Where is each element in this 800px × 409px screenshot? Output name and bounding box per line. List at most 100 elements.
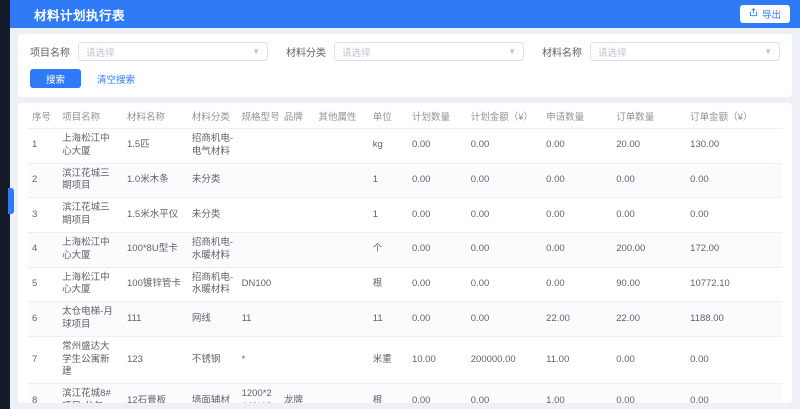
table-cell: 11 [238,302,280,337]
table-cell: 0.00 [542,267,612,302]
table-cell: 招商机电-电气材料 [188,129,238,164]
table-cell: 0.00 [612,163,686,198]
table-cell: 7 [28,336,58,383]
table-cell: 招商机电-水暖材料 [188,232,238,267]
column-header: 申请数量 [542,103,612,129]
table-cell: 1.0米木条 [123,163,188,198]
column-header: 规格型号 [238,103,280,129]
table-cell [280,302,315,337]
table-cell: DN100 [238,267,280,302]
table-panel: 序号项目名称材料名称材料分类规格型号品牌其他属性单位计划数量计划金额（¥）申请数… [18,103,792,403]
table-header-row: 序号项目名称材料名称材料分类规格型号品牌其他属性单位计划数量计划金额（¥）申请数… [28,103,782,129]
table-cell: 上海松江中心大厦 [58,129,123,164]
column-header: 品牌 [280,103,315,129]
filter-panel: 项目名称 请选择 ▼ 材料分类 请选择 ▼ 材料 [18,34,792,97]
table-cell: 滨江花城8#项目-分包 [58,384,123,403]
table-cell: 未分类 [188,198,238,233]
table-cell: 0.00 [542,232,612,267]
filter-actions: 搜索 清空搜索 [30,69,780,88]
table-cell [314,336,368,383]
table-cell: 0.00 [686,198,782,233]
filter-row: 项目名称 请选择 ▼ 材料分类 请选择 ▼ 材料 [30,42,780,61]
table-cell: 0.00 [612,336,686,383]
table-cell: 墙面辅材 [188,384,238,403]
table-cell: 11 [369,302,408,337]
table-cell: 0.00 [542,163,612,198]
table-cell: 111 [123,302,188,337]
column-header: 计划数量 [408,103,467,129]
table-row[interactable]: 5上海松江中心大厦100镀锌管卡招商机电-水暖材料DN100根0.000.000… [28,267,782,302]
table-row[interactable]: 8滨江花城8#项目-分包12石膏板墙面辅材1200*2440*12龙牌根0.00… [28,384,782,403]
material-category-label: 材料分类 [286,44,326,59]
table-cell: 上海松江中心大厦 [58,232,123,267]
table-row[interactable]: 3滨江花城三期项目1.5米水平仪未分类10.000.000.000.000.00 [28,198,782,233]
table-cell: 1.00 [542,384,612,403]
table-cell: kg [369,129,408,164]
table-cell: 0.00 [408,129,467,164]
table-cell: 0.00 [467,163,542,198]
table-cell: 6 [28,302,58,337]
table-row[interactable]: 1上海松江中心大厦1.5匹招商机电-电气材料kg0.000.000.0020.0… [28,129,782,164]
sidebar-toggle-handle[interactable] [8,188,14,214]
column-header: 其他属性 [314,103,368,129]
material-name-select[interactable]: 请选择 ▼ [590,42,780,61]
table-cell: 0.00 [542,198,612,233]
table-cell: 1 [369,198,408,233]
material-name-placeholder: 请选择 [598,45,627,59]
table-cell: * [238,336,280,383]
table-cell [314,129,368,164]
table-body: 1上海松江中心大厦1.5匹招商机电-电气材料kg0.000.000.0020.0… [28,129,782,404]
filter-group-material: 材料名称 请选择 ▼ [542,42,780,61]
table-row[interactable]: 7常州盛达大学生公寓新建123不锈钢*米重10.00200000.0011.00… [28,336,782,383]
table-cell [314,232,368,267]
table-cell: 100镀锌管卡 [123,267,188,302]
export-button[interactable]: 导出 [740,5,790,23]
table-cell: 个 [369,232,408,267]
table-cell: 1.5米水平仪 [123,198,188,233]
column-header: 材料名称 [123,103,188,129]
table-cell: 0.00 [467,267,542,302]
top-bar: 材料计划执行表 导出 [10,0,800,28]
column-header: 订单金额（¥） [686,103,782,129]
search-button[interactable]: 搜索 [30,69,81,88]
table-cell: 招商机电-水暖材料 [188,267,238,302]
table-row[interactable]: 4上海松江中心大厦100*8U型卡招商机电-水暖材料个0.000.000.002… [28,232,782,267]
project-name-select[interactable]: 请选择 ▼ [78,42,268,61]
table-cell: 0.00 [408,384,467,403]
table-cell [238,198,280,233]
column-header: 计划金额（¥） [467,103,542,129]
material-category-select[interactable]: 请选择 ▼ [334,42,524,61]
table-cell: 常州盛达大学生公寓新建 [58,336,123,383]
table-cell: 0.00 [467,232,542,267]
table-cell [314,384,368,403]
table-cell: 1 [369,163,408,198]
table-cell: 根 [369,384,408,403]
table-cell [280,129,315,164]
table-cell [280,232,315,267]
table-cell: 200000.00 [467,336,542,383]
column-header: 序号 [28,103,58,129]
chevron-down-icon: ▼ [764,48,772,56]
table-cell: 10.00 [408,336,467,383]
table-cell: 3 [28,198,58,233]
table-cell: 0.00 [408,267,467,302]
table-row[interactable]: 2滨江花城三期项目1.0米木条未分类10.000.000.000.000.00 [28,163,782,198]
table-row[interactable]: 6太仓电梯-月球项目111网线11110.000.0022.0022.00118… [28,302,782,337]
table-cell: 0.00 [467,129,542,164]
table-cell: 1200*2440*12 [238,384,280,403]
table-cell [314,267,368,302]
table-cell: 0.00 [408,302,467,337]
table-cell [238,129,280,164]
table-cell [280,336,315,383]
table-cell: 200.00 [612,232,686,267]
table-cell: 4 [28,232,58,267]
table-cell: 2 [28,163,58,198]
table-cell: 网线 [188,302,238,337]
table-cell: 0.00 [467,384,542,403]
table-cell: 12石膏板 [123,384,188,403]
clear-search-link[interactable]: 清空搜索 [97,72,135,86]
table-cell: 滨江花城三期项目 [58,163,123,198]
table-cell: 22.00 [612,302,686,337]
table-cell [314,163,368,198]
table-cell [238,163,280,198]
